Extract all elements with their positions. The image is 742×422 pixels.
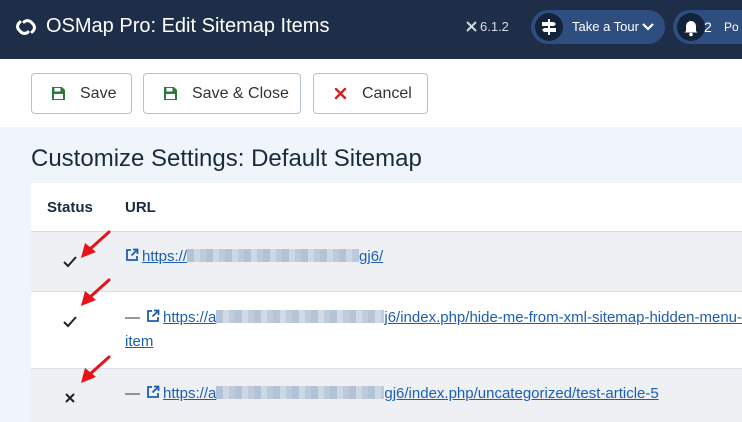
save-button[interactable]: Save [31,73,132,114]
external-link-icon[interactable] [146,309,160,323]
column-header-status[interactable]: Status [47,199,93,216]
page-header-title: OSMap Pro: Edit Sitemap Items [46,15,330,37]
table-row: https://gj6/ [31,230,742,291]
save-and-close-button[interactable]: Save & Close [143,73,301,114]
take-a-tour-label: Take a Tour [572,19,639,34]
save-label: Save [80,85,117,102]
toolbar: Save Save & Close Cancel [0,59,742,127]
save-icon [164,87,177,100]
external-link-icon[interactable] [146,385,160,399]
red-arrow-annotation-icon [81,355,111,383]
version-info: 6.1.2 [466,19,509,34]
signpost-icon [535,13,563,41]
external-link-icon[interactable] [125,248,139,262]
cancel-label: Cancel [362,85,412,102]
link-logo-icon [16,19,36,35]
joomla-icon [466,21,477,32]
x-mark-icon[interactable] [62,390,78,406]
red-arrow-annotation-icon [81,278,111,306]
notifications-count: 2 [704,19,712,35]
sitemap-url-link[interactable]: https://a j6/index.php/hide-me-from-xml-s… [125,309,742,350]
save-icon [52,87,65,100]
sitemap-url-link[interactable]: https://gj6/ [142,248,383,265]
bell-icon [677,13,705,41]
checkmark-icon[interactable] [62,313,78,329]
column-header-url[interactable]: URL [125,199,156,216]
indent-dash: — [125,309,140,326]
url-cell: — https://a gj6/index.php/uncategorized/t… [125,382,659,406]
notifications-more-label: Po [724,20,739,34]
take-a-tour-button[interactable]: Take a Tour [531,10,665,44]
red-arrow-annotation-icon [81,230,111,258]
table-row: — https://a gj6/index.php/uncategorized/t… [31,355,742,422]
sitemap-url-link[interactable]: https://a gj6/index.php/uncategorized/tes… [163,385,659,402]
close-icon [334,87,347,100]
cancel-button[interactable]: Cancel [313,73,428,114]
chevron-down-icon [642,23,654,31]
app-header: OSMap Pro: Edit Sitemap Items 6.1.2 Take… [0,0,742,59]
page-title: Customize Settings: Default Sitemap [31,145,422,172]
save-and-close-label: Save & Close [192,85,289,102]
notifications-button[interactable]: 2 Po [673,10,742,44]
url-cell: https://gj6/ [125,245,383,269]
indent-dash: — [125,385,140,402]
url-cell: — https://a j6/index.php/hide-me-from-xml… [125,306,742,354]
version-number: 6.1.2 [480,19,509,34]
table-row: — https://a j6/index.php/hide-me-from-xml… [31,278,742,368]
sitemap-items-table: Status URL https://gj6/ — https://a j6/i… [31,183,742,422]
